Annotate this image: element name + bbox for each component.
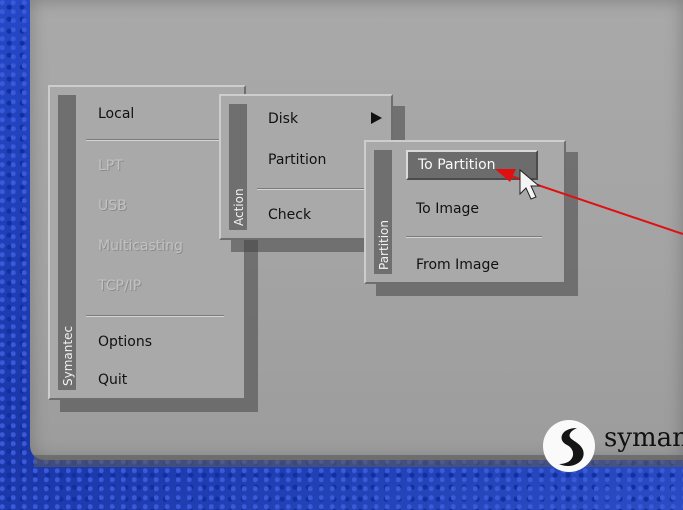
annotation-overlay <box>495 168 683 235</box>
mouse-pointer-icon <box>519 168 541 200</box>
